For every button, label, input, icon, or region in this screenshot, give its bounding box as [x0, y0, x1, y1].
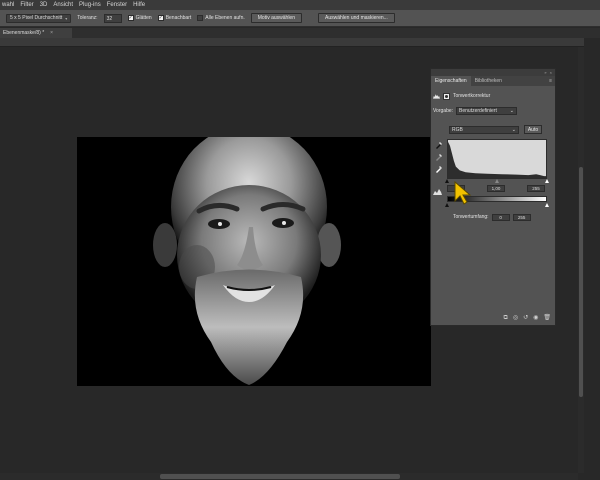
output-white-slider[interactable] — [545, 203, 549, 207]
output-black-slider[interactable] — [445, 203, 449, 207]
menu-window[interactable]: Fenster — [107, 2, 127, 8]
previous-state-icon[interactable]: ◎ — [513, 315, 518, 321]
check-icon: ✓ — [157, 14, 164, 21]
ruler-top — [0, 38, 584, 47]
tolerance-input[interactable]: 32 — [103, 13, 122, 23]
levels-histogram — [447, 139, 547, 179]
reset-icon[interactable]: ↺ — [523, 315, 528, 321]
layer-mask-icon[interactable] — [443, 92, 450, 100]
input-black-slider[interactable] — [445, 179, 449, 183]
menu-filter[interactable]: Filter — [20, 2, 33, 8]
mouse-cursor-icon — [454, 181, 472, 205]
tab-libraries[interactable]: Bibliotheken — [471, 76, 506, 86]
clip-icon[interactable] — [433, 189, 442, 195]
eyedropper-gray-icon[interactable] — [435, 153, 443, 161]
panel-menu-icon[interactable]: ≡ — [549, 76, 555, 86]
input-white-field[interactable]: 255 — [527, 185, 545, 192]
channel-value: RGB — [452, 126, 463, 133]
check-icon: ✓ — [127, 14, 134, 21]
menu-3d[interactable]: 3D — [40, 2, 48, 8]
channel-row: RGB ⌄ Auto — [449, 125, 553, 134]
channel-select[interactable]: RGB ⌄ — [449, 125, 519, 134]
canvas-photo[interactable] — [77, 137, 431, 386]
panel-tabs: Eigenschaften Bibliotheken ≡ — [431, 76, 555, 86]
output-label: Tonwertumfang: — [453, 214, 489, 220]
adjustment-header: Tonwertkorrektur — [433, 91, 553, 101]
clip-to-layer-icon[interactable]: ⧉ — [504, 315, 508, 321]
portrait-photo-image — [77, 137, 431, 386]
select-and-mask-button[interactable]: Auswählen und maskieren... — [318, 13, 395, 23]
collapse-icon[interactable]: » — [544, 70, 546, 75]
horizontal-scrollbar[interactable] — [0, 473, 578, 480]
close-icon[interactable]: × — [550, 70, 552, 75]
panel-top-strip: » × — [431, 69, 555, 76]
menu-view[interactable]: Ansicht — [53, 2, 73, 8]
panel-footer: ⧉ ◎ ↺ ◉ 🗑 — [483, 313, 555, 322]
output-white-field[interactable]: 255 — [512, 213, 531, 221]
menu-help[interactable]: Hilfe — [133, 2, 145, 8]
chevron-down-icon: ▾ — [65, 15, 68, 21]
visibility-icon[interactable]: ◉ — [533, 315, 538, 321]
levels-histogram-icon — [433, 94, 440, 99]
smooth-label: Glätten — [135, 15, 152, 21]
close-icon[interactable]: × — [50, 30, 53, 36]
preset-select[interactable]: Benutzerdefiniert ⌄ — [456, 106, 517, 115]
menu-bar: wahl Filter 3D Ansicht Plug-ins Fenster … — [0, 0, 600, 10]
document-tab-title: Ebenenmaske/8) * — [3, 30, 45, 36]
auto-button[interactable]: Auto — [524, 125, 542, 134]
preset-label: Vorgabe: — [433, 107, 454, 114]
output-levels-row: Tonwertumfang: 0 255 — [453, 213, 553, 221]
eyedropper-black-icon[interactable] — [435, 141, 443, 149]
all-layers-label: Alle Ebenen aufn. — [205, 15, 245, 21]
input-gamma-field[interactable]: 1,00 — [487, 185, 505, 192]
trash-icon[interactable]: 🗑 — [543, 315, 551, 321]
adjustment-title: Tonwertkorrektur — [453, 93, 491, 99]
chevron-down-icon: ⌄ — [511, 126, 516, 133]
preset-row: Vorgabe: Benutzerdefiniert ⌄ — [433, 106, 553, 115]
chevron-down-icon: ⌄ — [509, 107, 514, 114]
options-bar: 5 x 5 Pixel Durchschnitt ▾ Toleranz: 32 … — [0, 10, 600, 27]
checkbox-empty-icon — [197, 15, 204, 21]
eyedropper-white-icon[interactable] — [435, 165, 443, 173]
menu-plugins[interactable]: Plug-ins — [79, 2, 101, 8]
contiguous-label: Benachbart — [165, 15, 192, 21]
contiguous-checkbox[interactable]: ✓ Benachbart — [157, 14, 192, 21]
document-tab[interactable]: Ebenenmaske/8) * × — [0, 28, 72, 38]
preset-value: Benutzerdefiniert — [459, 107, 497, 114]
horizontal-scroll-thumb[interactable] — [160, 474, 400, 479]
input-gamma-slider[interactable] — [495, 179, 499, 183]
menu-select[interactable]: wahl — [2, 2, 14, 8]
vertical-scroll-thumb[interactable] — [579, 167, 583, 397]
select-subject-button[interactable]: Motiv auswählen — [250, 13, 302, 23]
tab-properties[interactable]: Eigenschaften — [431, 76, 471, 86]
sample-size-value: 5 x 5 Pixel Durchschnitt — [10, 15, 63, 21]
properties-panel: » × Eigenschaften Bibliotheken ≡ Tonwert… — [430, 68, 556, 326]
tolerance-label: Toleranz: — [77, 15, 98, 21]
input-white-slider[interactable] — [545, 179, 549, 183]
vertical-scrollbar[interactable] — [578, 47, 584, 473]
all-layers-checkbox[interactable]: Alle Ebenen aufn. — [197, 15, 245, 21]
output-black-field[interactable]: 0 — [491, 213, 510, 221]
smooth-checkbox[interactable]: ✓ Glätten — [127, 14, 152, 21]
sample-size-select[interactable]: 5 x 5 Pixel Durchschnitt ▾ — [6, 13, 72, 23]
document-tab-bar: Ebenenmaske/8) * × — [0, 28, 600, 38]
